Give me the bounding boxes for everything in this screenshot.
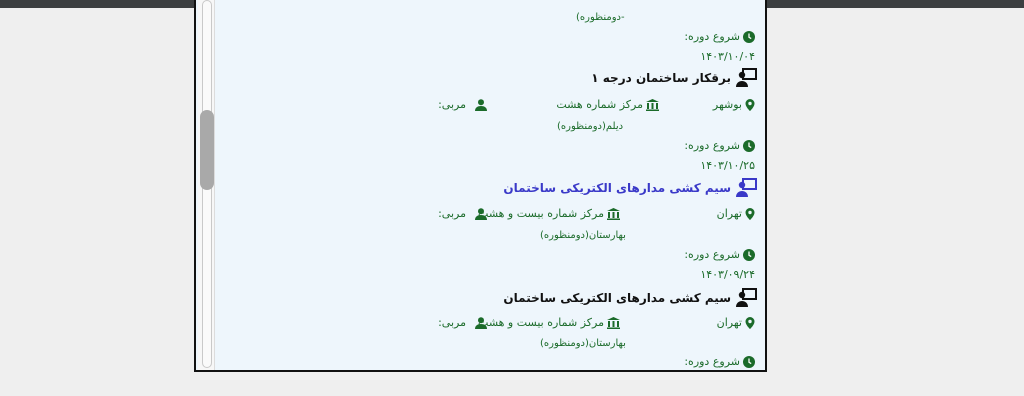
course-title-text: سیم کشی مدارهای الکتریکی ساختمان — [503, 181, 731, 195]
clock-icon — [743, 355, 755, 368]
start-date: ۱۴۰۳/۰۹/۲۴ — [700, 268, 755, 281]
city-text: تهران — [716, 207, 742, 220]
city-text: تهران — [716, 316, 742, 329]
start-label: شروع دوره: — [684, 248, 740, 261]
clock-icon — [743, 248, 755, 261]
coach-row: مربی: — [438, 316, 487, 329]
department-text: دیلم(دومنظوره) — [557, 121, 624, 132]
user-icon — [475, 207, 487, 220]
coach-label: مربی: — [438, 207, 466, 220]
location-pin-icon — [745, 316, 755, 329]
course-title-text: برقکار ساختمان درجه ۱ — [591, 71, 731, 85]
location-row: تهران — [717, 316, 755, 329]
start-date-row: شروع دوره: — [684, 139, 755, 152]
clock-icon — [743, 139, 755, 152]
coach-row: مربی: — [438, 98, 487, 111]
course-title-link[interactable]: سیم کشی مدارهای الکتریکی ساختمان — [503, 178, 757, 198]
center-row: مرکز شماره هشت — [556, 98, 659, 111]
start-label: شروع دوره: — [684, 139, 740, 152]
department-text: بهارستان(دومنظوره) — [540, 230, 626, 241]
scrollbar-thumb[interactable] — [200, 110, 214, 190]
start-date-row: شروع دوره: — [684, 248, 755, 261]
building-icon — [607, 207, 620, 220]
building-icon — [646, 98, 659, 111]
course-title-text: سیم کشی مدارهای الکتریکی ساختمان — [503, 291, 731, 305]
teacher-board-icon — [736, 288, 757, 307]
center-text: مرکز شماره بیست و هشت — [478, 316, 604, 329]
start-label: شروع دوره: — [684, 355, 740, 368]
coach-label: مربی: — [438, 316, 466, 329]
start-date-row: شروع دوره: — [684, 30, 755, 43]
course-title[interactable]: برقکار ساختمان درجه ۱ — [591, 68, 757, 88]
start-label: شروع دوره: — [684, 30, 740, 43]
scrollbar-track[interactable] — [198, 0, 215, 370]
coach-label: مربی: — [438, 98, 466, 111]
location-pin-icon — [745, 98, 755, 111]
user-icon — [475, 98, 487, 111]
course-title[interactable]: سیم کشی مدارهای الکتریکی ساختمان — [503, 288, 757, 308]
department-text: -دومنظوره) — [576, 12, 625, 23]
teacher-board-icon — [736, 178, 757, 197]
coach-row: مربی: — [438, 207, 487, 220]
center-text: مرکز شماره بیست و هشت — [478, 207, 604, 220]
user-icon — [475, 316, 487, 329]
center-text: مرکز شماره هشت — [556, 98, 643, 111]
location-row: تهران — [717, 207, 755, 220]
building-icon — [607, 316, 620, 329]
teacher-board-icon — [736, 68, 757, 87]
course-list-panel: -دومنظوره) شروع دوره: ۱۴۰۳/۱۰/۰۴ برقکار … — [194, 0, 767, 372]
city-text: بوشهر — [712, 98, 742, 111]
center-row: مرکز شماره بیست و هشت — [478, 207, 620, 220]
start-date: ۱۴۰۳/۱۰/۰۴ — [700, 50, 755, 63]
location-pin-icon — [745, 207, 755, 220]
start-date-row: شروع دوره: — [684, 355, 755, 368]
start-date: ۱۴۰۳/۱۰/۲۵ — [700, 159, 755, 172]
department-text: بهارستان(دومنظوره) — [540, 338, 626, 349]
location-row: بوشهر — [713, 98, 755, 111]
center-row: مرکز شماره بیست و هشت — [478, 316, 620, 329]
clock-icon — [743, 30, 755, 43]
